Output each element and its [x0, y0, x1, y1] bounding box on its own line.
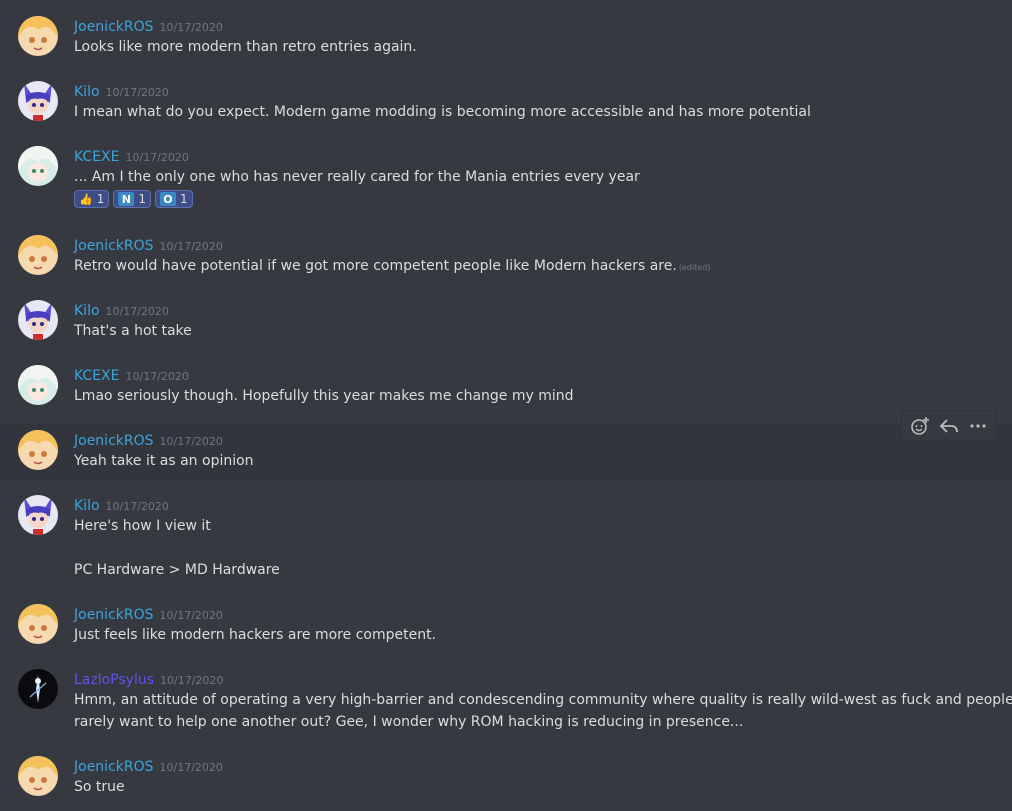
- username[interactable]: Kilo: [74, 303, 100, 319]
- username[interactable]: JoenickROS: [74, 238, 154, 254]
- edited-label: (edited): [678, 263, 711, 272]
- message-header: Kilo 10/17/2020: [74, 495, 169, 515]
- message-header: LazloPsylus 10/17/2020: [74, 669, 223, 689]
- message-text: So true: [74, 779, 125, 795]
- message-text: Looks like more modern than retro entrie…: [74, 39, 417, 55]
- username[interactable]: JoenickROS: [74, 607, 154, 623]
- letter-n-icon: N: [118, 192, 135, 206]
- message-hover-toolbar: [901, 410, 997, 442]
- timestamp: 10/17/2020: [105, 305, 169, 318]
- purple-fox-avatar-icon[interactable]: [18, 495, 58, 535]
- timestamp: 10/17/2020: [105, 500, 169, 513]
- username[interactable]: Kilo: [74, 84, 100, 100]
- message: JoenickROS 10/17/2020 Just feels like mod…: [0, 604, 1012, 648]
- message: JoenickROS 10/17/2020 So true: [0, 756, 1012, 800]
- message-header: JoenickROS 10/17/2020: [74, 235, 223, 255]
- message-text: PC Hardware > MD Hardware: [74, 562, 280, 578]
- message-header: Kilo 10/17/2020: [74, 300, 169, 320]
- message-header: JoenickROS 10/17/2020: [74, 16, 223, 36]
- username[interactable]: JoenickROS: [74, 759, 154, 775]
- reaction-count: 1: [179, 192, 188, 206]
- username[interactable]: JoenickROS: [74, 19, 154, 35]
- chat-message-list: JoenickROS 10/17/2020 Looks like more mod…: [0, 0, 1012, 811]
- message-header: KCEXE 10/17/2020: [74, 146, 189, 166]
- message-header: JoenickROS 10/17/2020: [74, 756, 223, 776]
- message-hovered: JoenickROS 10/17/2020 Yeah take it as an …: [0, 424, 1012, 480]
- white-hair-anime-avatar-icon[interactable]: [18, 365, 58, 405]
- username[interactable]: Kilo: [74, 498, 100, 514]
- timestamp: 10/17/2020: [160, 674, 224, 687]
- message: LazloPsylus 10/17/2020 Hmm, an attitude o…: [0, 669, 1012, 735]
- message: KCEXE 10/17/2020 Lmao seriously though. H…: [0, 365, 1012, 409]
- message: Kilo 10/17/2020 Here's how I view it PC H…: [0, 495, 1012, 583]
- message-text: Hmm, an attitude of operating a very hig…: [74, 692, 1012, 708]
- blonde-anime-avatar-icon[interactable]: [18, 16, 58, 56]
- blonde-anime-avatar-icon[interactable]: [18, 235, 58, 275]
- message: KCEXE 10/17/2020 ... Am I the only one wh…: [0, 146, 1012, 212]
- message-text: Retro would have potential if we got mor…: [74, 255, 710, 279]
- message-text-content: Retro would have potential if we got mor…: [74, 258, 677, 274]
- purple-fox-avatar-icon[interactable]: [18, 81, 58, 121]
- letter-o-icon: O: [159, 192, 176, 206]
- message: Kilo 10/17/2020 I mean what do you expect…: [0, 81, 1012, 125]
- reaction-letter-o[interactable]: O 1: [154, 190, 193, 208]
- blonde-anime-avatar-icon[interactable]: [18, 756, 58, 796]
- reply-icon[interactable]: [936, 413, 962, 439]
- username[interactable]: KCEXE: [74, 149, 119, 165]
- message-text: Just feels like modern hackers are more …: [74, 627, 437, 643]
- message-text: Lmao seriously though. Hopefully this ye…: [74, 388, 574, 404]
- timestamp: 10/17/2020: [159, 761, 223, 774]
- reaction-thumbs-up[interactable]: 👍 1: [74, 190, 110, 208]
- reaction-count: 1: [96, 192, 105, 206]
- message-header: KCEXE 10/17/2020: [74, 365, 189, 385]
- message-header: Kilo 10/17/2020: [74, 81, 169, 101]
- username[interactable]: LazloPsylus: [74, 672, 154, 688]
- message-text: Yeah take it as an opinion: [74, 453, 254, 469]
- timestamp: 10/17/2020: [159, 21, 223, 34]
- reaction-letter-n[interactable]: N 1: [113, 190, 151, 208]
- username[interactable]: KCEXE: [74, 368, 119, 384]
- message-header: JoenickROS 10/17/2020: [74, 604, 223, 624]
- message-text: Here's how I view it: [74, 518, 211, 534]
- timestamp: 10/17/2020: [159, 435, 223, 448]
- message-text: I mean what do you expect. Modern game m…: [74, 104, 811, 120]
- message-text: ... Am I the only one who has never real…: [74, 169, 640, 185]
- username[interactable]: JoenickROS: [74, 433, 154, 449]
- message: Kilo 10/17/2020 That's a hot take: [0, 300, 1012, 344]
- more-options-icon[interactable]: [965, 413, 991, 439]
- message: JoenickROS 10/17/2020 Looks like more mod…: [0, 16, 1012, 60]
- thumbs-up-icon: 👍: [79, 192, 93, 206]
- reaction-bar: 👍 1 N 1 O 1: [74, 190, 193, 208]
- timestamp: 10/17/2020: [105, 86, 169, 99]
- message-text: That's a hot take: [74, 323, 192, 339]
- message-text: rarely want to help one another out? Gee…: [74, 714, 744, 730]
- message: JoenickROS 10/17/2020 Retro would have po…: [0, 235, 1012, 279]
- add-reaction-icon[interactable]: [907, 413, 933, 439]
- dark-figure-avatar-icon[interactable]: [18, 669, 58, 709]
- blonde-anime-avatar-icon[interactable]: [18, 604, 58, 644]
- timestamp: 10/17/2020: [125, 370, 189, 383]
- purple-fox-avatar-icon[interactable]: [18, 300, 58, 340]
- reaction-count: 1: [138, 192, 146, 206]
- timestamp: 10/17/2020: [159, 240, 223, 253]
- white-hair-anime-avatar-icon[interactable]: [18, 146, 58, 186]
- timestamp: 10/17/2020: [125, 151, 189, 164]
- message-header: JoenickROS 10/17/2020: [74, 430, 223, 450]
- blonde-anime-avatar-icon[interactable]: [18, 430, 58, 470]
- timestamp: 10/17/2020: [159, 609, 223, 622]
